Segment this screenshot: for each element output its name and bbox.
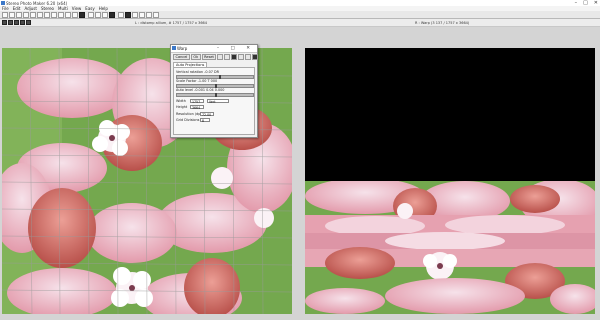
toolbar-icon[interactable]: [125, 12, 131, 18]
zoom-icon[interactable]: [245, 54, 252, 60]
height-label: Height: [176, 105, 188, 109]
window-title: Stereo Photo Maker 6.20 (x64): [6, 0, 68, 6]
toolbar-icon[interactable]: [79, 12, 85, 18]
dialog-button-row: Cancel Ok Reset: [173, 54, 259, 60]
grid-divisions-label: Grid Divisions: [176, 118, 200, 122]
toolbar-icon[interactable]: [139, 12, 145, 18]
right-photo-strip: [305, 181, 595, 314]
left-panel-label: L : distomp allium, # 1757 / 1757 x 3664: [135, 20, 208, 25]
vertical-rotation-label: Vertical rotation -0.07 DR: [176, 70, 219, 74]
dialog-title-bar[interactable]: Warp – □ ✕: [171, 45, 257, 53]
toolbar-icon[interactable]: [65, 12, 71, 18]
toolbar-icon[interactable]: [2, 20, 7, 25]
flower-photo-right: [305, 181, 595, 314]
flip-icon[interactable]: [224, 54, 231, 60]
toolbar-icon[interactable]: [146, 12, 152, 18]
toolbar: [0, 11, 600, 19]
toolbar-icon[interactable]: [102, 12, 108, 18]
mode-select[interactable]: Vert: [207, 99, 229, 104]
toolbar-icon[interactable]: [30, 12, 36, 18]
resolution-label: Resolution (dpi): [176, 112, 203, 116]
toolbar-icon[interactable]: [58, 12, 64, 18]
toolbar-icon[interactable]: [37, 12, 43, 18]
toolbar-icon[interactable]: [72, 12, 78, 18]
toolbar-icon[interactable]: [23, 12, 29, 18]
toolbar-icon[interactable]: [51, 12, 57, 18]
app-icon: [172, 46, 176, 50]
toolbar-icon[interactable]: [20, 20, 25, 25]
grid-icon[interactable]: [217, 54, 224, 60]
auto-level-label: Auto level -0.001 0.04 0.000: [176, 88, 225, 92]
dialog-title: Warp: [177, 46, 188, 51]
reset-button[interactable]: Reset: [201, 54, 217, 60]
height-field[interactable]: 3664: [190, 105, 204, 110]
auto-level-slider[interactable]: [176, 93, 254, 97]
ok-button[interactable]: Ok: [190, 54, 201, 60]
dialog-window-controls[interactable]: – □ ✕: [217, 46, 255, 51]
cancel-button[interactable]: Cancel: [173, 54, 190, 60]
app-icon: [1, 1, 5, 5]
toolbar-icon[interactable]: [16, 12, 22, 18]
width-label: Width: [176, 99, 186, 103]
warp-dialog: Warp – □ ✕ Cancel Ok Reset Auto Projecti…: [170, 44, 259, 138]
panel-bar: L : distomp allium, # 1757 / 1757 x 3664…: [0, 19, 600, 27]
toolbar-icon[interactable]: [118, 12, 124, 18]
toolbar-icon[interactable]: [153, 12, 159, 18]
toolbar-icon[interactable]: [132, 12, 138, 18]
slider-knob[interactable]: [215, 93, 217, 97]
toolbar-icon[interactable]: [2, 12, 8, 18]
dialog-body: Vertical rotation -0.07 DR Scale Factor …: [173, 67, 255, 135]
toolbar-icon[interactable]: [9, 12, 15, 18]
right-image[interactable]: [305, 48, 595, 314]
toolbar-icon[interactable]: [95, 12, 101, 18]
scale-factor-label: Scale Factor -1.00 T 000: [176, 79, 218, 83]
width-field[interactable]: 1757: [190, 99, 204, 104]
toolbar-icon[interactable]: [26, 20, 31, 25]
settings-icon[interactable]: [252, 54, 259, 60]
resolution-field[interactable]: 72.00: [200, 112, 214, 117]
rotate-icon[interactable]: [238, 54, 245, 60]
toolbar-icon[interactable]: [14, 20, 19, 25]
toolbar-icon[interactable]: [88, 12, 94, 18]
toolbar-icon[interactable]: [44, 12, 50, 18]
right-panel-label: R : Warp (3 137 / 1757 x 3664): [415, 20, 470, 25]
toolbar-icon[interactable]: [8, 20, 13, 25]
crop-icon[interactable]: [231, 54, 238, 60]
grid-divisions-field[interactable]: 8: [200, 118, 210, 123]
slider-knob[interactable]: [218, 75, 221, 79]
toolbar-icon[interactable]: [109, 12, 115, 18]
